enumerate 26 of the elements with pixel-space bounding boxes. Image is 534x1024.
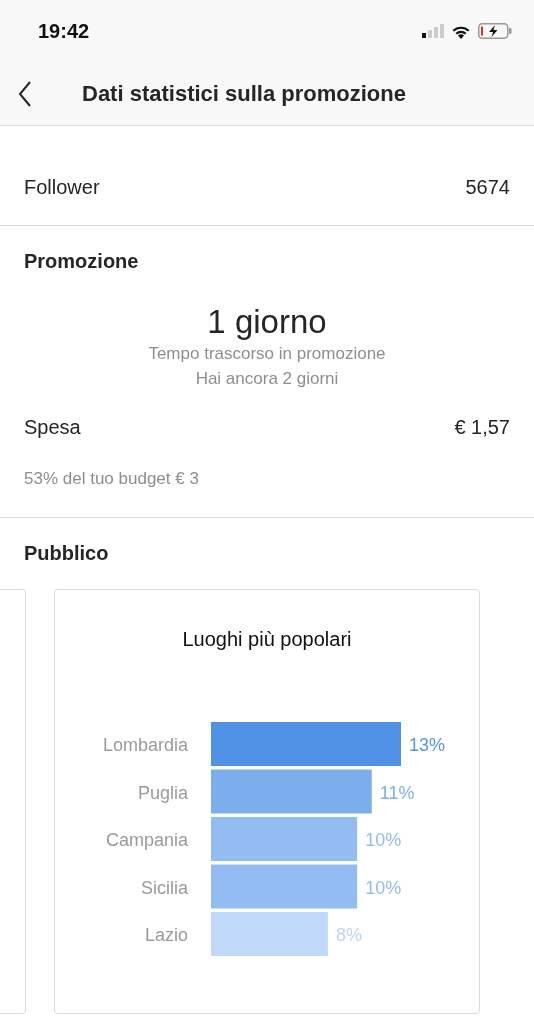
signal-icon xyxy=(422,24,444,38)
duration-caption: Tempo trascorso in promozione xyxy=(148,343,386,365)
section-heading: Pubblico xyxy=(23,541,110,565)
battery-icon xyxy=(478,23,512,39)
category-label: Sicilia xyxy=(141,877,188,898)
category-label: Campania xyxy=(105,830,188,850)
spend-label: Spesa xyxy=(24,415,81,439)
value-label: 11% xyxy=(379,782,415,803)
remaining-days: Hai ancora 2 giorni xyxy=(195,366,339,391)
category-label: Lombardia xyxy=(102,735,188,755)
chart-title: Luoghi più popolari xyxy=(182,628,352,651)
spend-value: € 1,57 xyxy=(454,415,510,439)
status-time: 19:42 xyxy=(38,19,90,43)
budget-note: 53% del tuo budget € 3 xyxy=(23,468,200,490)
value-label: 8% xyxy=(335,925,362,945)
back-icon[interactable] xyxy=(18,80,32,107)
stat-label: Follower xyxy=(24,176,100,199)
promotion-duration: 1 giorno xyxy=(207,303,327,341)
value-label: 10% xyxy=(365,830,402,850)
category-label: Puglia xyxy=(137,782,188,803)
value-label: 10% xyxy=(365,877,402,898)
category-label: Lazio xyxy=(144,925,188,945)
page-title: Dati statistici sulla promozione xyxy=(82,80,406,107)
section-heading: Promozione xyxy=(23,249,140,273)
stat-value: 5674 xyxy=(465,176,510,199)
value-label: 13% xyxy=(409,735,446,755)
